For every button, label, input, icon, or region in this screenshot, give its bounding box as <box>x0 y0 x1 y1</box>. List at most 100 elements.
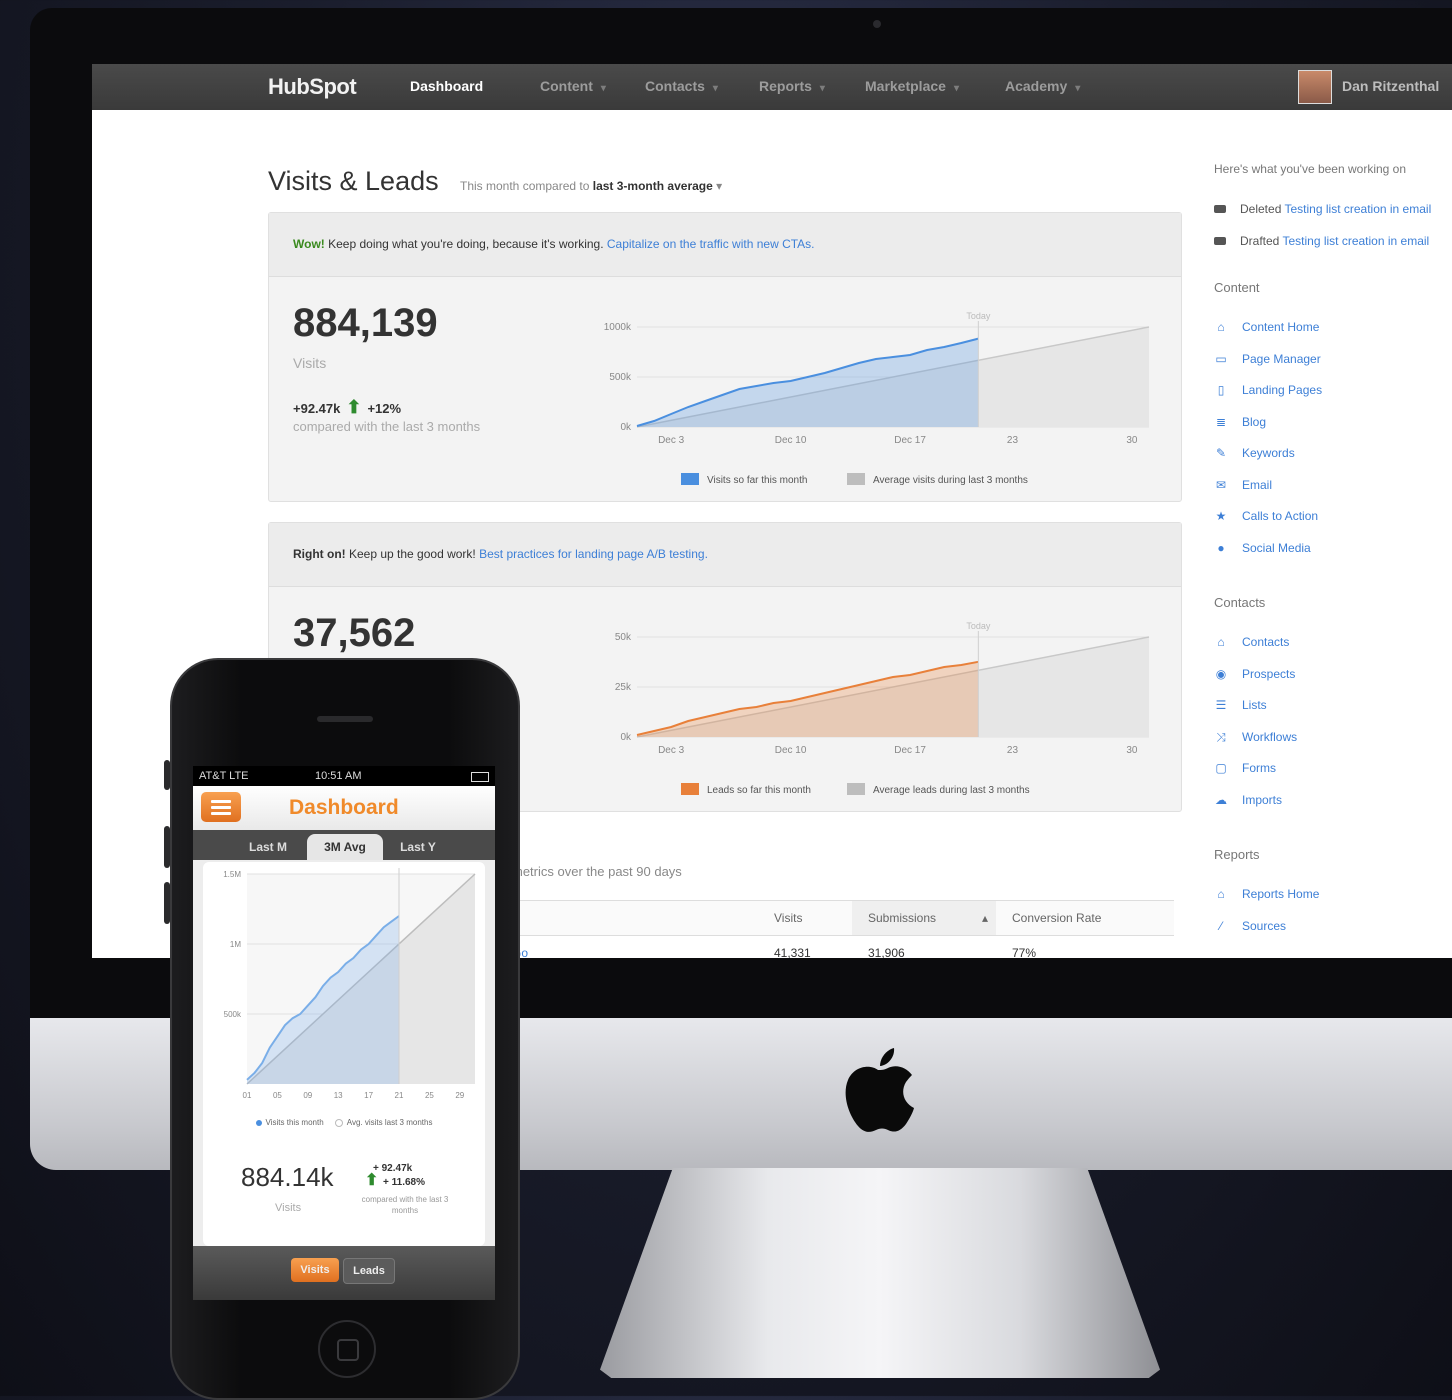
x-tick-label: 30 <box>1126 745 1138 756</box>
chevron-down-icon: ▾ <box>716 179 723 193</box>
volume-up-button <box>164 826 170 868</box>
hubspot-logo[interactable]: HubSpot <box>268 74 357 100</box>
phone-screen: AT&T LTE 10:51 AM Dashboard Last M 3M Av… <box>193 766 495 1300</box>
nav-marketplace[interactable]: Marketplace ▾ <box>865 78 959 94</box>
arrow-up-icon: ⬆ <box>346 397 362 417</box>
sidebar-item[interactable]: ☁ Imports <box>1214 793 1282 807</box>
x-tick-label: 23 <box>1007 745 1019 756</box>
x-tick-label: 30 <box>1126 435 1138 446</box>
x-tick-label: Dec 10 <box>775 435 807 446</box>
visits-label: Visits <box>293 355 327 371</box>
table-caption: metrics over the past 90 days <box>512 864 682 879</box>
earpiece-speaker <box>317 716 373 722</box>
x-tick-label: Dec 17 <box>894 435 926 446</box>
sidebar-item[interactable]: ⌂ Content Home <box>1214 320 1319 334</box>
y-tick-label: 0k <box>620 422 632 433</box>
chevron-down-icon: ▾ <box>819 83 825 94</box>
email-icon <box>1214 237 1226 245</box>
sort-icon[interactable]: ▴ <box>982 911 988 925</box>
chevron-down-icon: ▾ <box>1075 83 1081 94</box>
today-label: Today <box>966 311 991 321</box>
email-icon: ✉ <box>1215 477 1227 492</box>
comparison-selector[interactable]: This month compared to last 3-month aver… <box>460 179 722 193</box>
y-tick-label: 1000k <box>604 322 632 333</box>
legend-swatch-current <box>681 473 699 485</box>
row-submissions: 31,906 <box>868 946 905 958</box>
sidebar-item[interactable]: ☰ Lists <box>1214 698 1267 712</box>
segment-leads[interactable]: Leads <box>343 1258 395 1284</box>
y-tick-label: 500k <box>609 372 632 383</box>
user-name[interactable]: Dan Ritzenthal <box>1342 78 1439 94</box>
status-bar: AT&T LTE 10:51 AM <box>193 766 495 786</box>
x-tick-label: 25 <box>425 1091 434 1100</box>
activity-item: Deleted Testing list creation in email <box>1214 202 1431 216</box>
sidebar-item[interactable]: ✉ Email <box>1214 478 1272 492</box>
col-submissions[interactable]: Submissions <box>868 911 936 925</box>
sidebar-item[interactable]: ▭ Page Manager <box>1214 352 1320 366</box>
visits-delta: +92.47k ⬆ +12% <box>293 397 402 417</box>
home-icon: ⌂ <box>1217 887 1225 901</box>
segment-visits[interactable]: Visits <box>291 1258 339 1282</box>
legend-label-average: Average visits during last 3 months <box>873 475 1028 486</box>
tab-3m-avg[interactable]: 3M Avg <box>307 834 383 860</box>
nav-dashboard[interactable]: Dashboard <box>410 78 483 94</box>
x-tick-label: 17 <box>364 1091 373 1100</box>
carrier-label: AT&T LTE <box>199 770 249 782</box>
leads-value: 37,562 <box>293 611 416 655</box>
ab-testing-link[interactable]: Best practices for landing page A/B test… <box>479 547 708 561</box>
y-tick-label: 0k <box>620 732 632 743</box>
nav-content[interactable]: Content ▾ <box>540 78 606 94</box>
home-button[interactable] <box>318 1320 376 1378</box>
row-visits: 41,331 <box>774 946 811 958</box>
col-conversion-rate[interactable]: Conversion Rate <box>1012 911 1101 925</box>
col-visits[interactable]: Visits <box>774 911 802 925</box>
x-tick-label: Dec 10 <box>775 745 807 756</box>
legend-label-current: Visits so far this month <box>707 475 807 486</box>
visits-panel: Wow! Keep doing what you're doing, becau… <box>268 212 1182 502</box>
nav-academy[interactable]: Academy ▾ <box>1005 78 1080 94</box>
y-tick-label: 1.5M <box>223 870 241 879</box>
eye-icon: ◉ <box>1215 666 1227 681</box>
sidebar-item[interactable]: ⌂ Contacts <box>1214 635 1289 649</box>
tab-last-month[interactable]: Last M <box>233 834 303 860</box>
sidebar-heading-1: Contacts <box>1214 595 1266 610</box>
chevron-down-icon: ▾ <box>953 83 959 94</box>
phone-title: Dashboard <box>289 796 399 819</box>
sidebar-item[interactable]: ≣ Blog <box>1214 415 1266 429</box>
phone-visits-value: 884.14k <box>241 1162 334 1192</box>
sidebar-item[interactable]: ▯ Landing Pages <box>1214 383 1322 397</box>
user-avatar[interactable] <box>1298 70 1332 104</box>
list-icon: ☰ <box>1215 698 1227 712</box>
x-tick-label: 29 <box>455 1091 464 1100</box>
home-icon: ⌂ <box>1217 320 1225 334</box>
visits-chart: 1000k 500k 0k Today Dec 3 Dec 10 Dec 17 23 30 Vis… <box>604 311 1150 486</box>
legend-swatch-current <box>681 783 699 795</box>
x-tick-label: 09 <box>303 1091 312 1100</box>
nav-reports[interactable]: Reports ▾ <box>759 78 825 94</box>
metrics-table-header: Visits Submissions ▴ Conversion Rate <box>512 900 1174 936</box>
email-icon <box>1214 205 1226 213</box>
legend-swatch-average <box>847 783 865 795</box>
sidebar-item[interactable]: ⤨ Workflows <box>1214 730 1297 745</box>
series-area <box>637 661 979 737</box>
leads-message: Right on! Keep up the good work! Best pr… <box>269 523 1181 587</box>
capitalize-ctas-link[interactable]: Capitalize on the traffic with new CTAs. <box>607 237 815 251</box>
sidebar-item[interactable]: ⁄ Sources <box>1214 919 1286 933</box>
nav-contacts[interactable]: Contacts ▾ <box>645 78 718 94</box>
hamburger-menu-icon[interactable] <box>201 792 241 822</box>
x-tick-label: Dec 17 <box>894 745 926 756</box>
chevron-down-icon: ▾ <box>600 83 606 94</box>
sidebar-item[interactable]: ◉ Prospects <box>1214 666 1296 681</box>
tab-last-year[interactable]: Last Y <box>383 834 453 860</box>
y-tick-label: 1M <box>230 940 241 949</box>
sidebar-item[interactable]: ★ Calls to Action <box>1214 509 1318 523</box>
legend-dot-visits <box>255 1119 262 1126</box>
sidebar-item[interactable]: ▢ Forms <box>1214 761 1276 775</box>
sidebar-item[interactable]: ✎ Keywords <box>1214 446 1295 460</box>
wrench-icon: ✎ <box>1215 446 1227 460</box>
sidebar-item[interactable]: ● Social Media <box>1214 541 1310 555</box>
page-title: Visits & Leads <box>268 166 439 196</box>
legend-label-average: Average leads during last 3 months <box>873 785 1030 796</box>
sidebar-item[interactable]: ⌂ Reports Home <box>1214 887 1319 901</box>
activity-intro: Here's what you've been working on <box>1214 162 1407 176</box>
